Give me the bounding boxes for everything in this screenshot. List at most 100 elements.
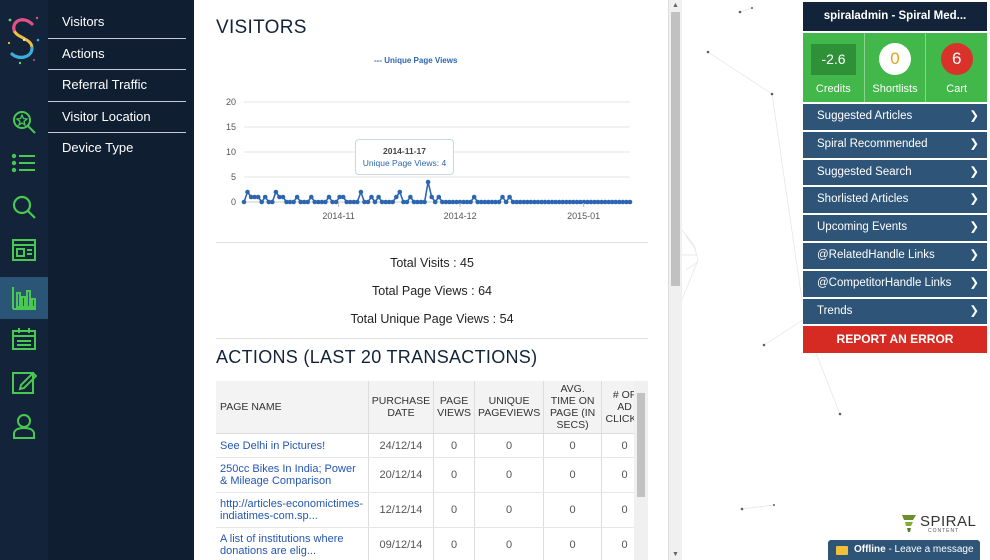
link-upcoming-events[interactable]: Upcoming Events ❯ bbox=[803, 215, 987, 241]
y-tick-label: 20 bbox=[226, 97, 236, 107]
chevron-right-icon: ❯ bbox=[969, 193, 979, 206]
submenu-item-device-type[interactable]: Device Type bbox=[48, 133, 186, 165]
analytics-chart-nav-icon[interactable] bbox=[0, 277, 48, 319]
row-views: 0 bbox=[433, 492, 475, 528]
row-page-link[interactable]: http://articles-economictimes-indiatimes… bbox=[216, 492, 369, 528]
discover-nav-icon[interactable] bbox=[0, 101, 48, 143]
actions-table: PAGE NAME PURCHASE DATE PAGE VIEWS UNIQU… bbox=[216, 381, 648, 560]
link-competitor-handle[interactable]: @CompetitorHandle Links ❯ bbox=[803, 270, 987, 297]
row-views: 0 bbox=[433, 457, 475, 493]
browser-window-nav-icon[interactable] bbox=[0, 229, 48, 271]
col-page-views[interactable]: PAGE VIEWS bbox=[433, 381, 475, 434]
row-unique: 0 bbox=[474, 492, 545, 528]
report-error-button[interactable]: REPORT AN ERROR bbox=[803, 326, 987, 354]
data-point bbox=[627, 199, 633, 205]
user-profile-nav-icon[interactable] bbox=[0, 405, 48, 447]
link-label: Trends bbox=[817, 304, 853, 317]
table-scrollbar-thumb[interactable] bbox=[637, 393, 645, 497]
row-date: 12/12/14 bbox=[368, 492, 435, 528]
chevron-right-icon: ❯ bbox=[969, 110, 979, 122]
cart-value: 6 bbox=[940, 43, 973, 75]
submenu-item-actions[interactable]: Actions bbox=[48, 39, 186, 70]
data-point bbox=[326, 194, 332, 200]
main-scrollbar[interactable]: ▲ ▼ bbox=[668, 0, 682, 560]
calendar-nav-icon[interactable] bbox=[0, 318, 48, 360]
offline-chat-bar[interactable]: Offline - Leave a message bbox=[828, 540, 980, 560]
row-page-link[interactable]: A list of institutions where donations a… bbox=[216, 527, 369, 560]
account-header[interactable]: spiraladmin - Spiral Med... bbox=[803, 2, 987, 31]
row-avg: 0 bbox=[543, 527, 602, 560]
link-suggested-search[interactable]: Suggested Search ❯ bbox=[803, 159, 987, 186]
link-suggested-articles[interactable]: Suggested Articles ❯ bbox=[803, 104, 987, 130]
col-page-name[interactable]: PAGE NAME bbox=[216, 381, 369, 434]
row-page-link[interactable]: 250cc Bikes In India; Power & Mileage Co… bbox=[216, 457, 369, 493]
series-line-unique-page-views bbox=[243, 181, 630, 204]
search-nav-icon[interactable] bbox=[0, 186, 48, 228]
data-point bbox=[255, 194, 261, 200]
chevron-right-icon: ❯ bbox=[969, 221, 979, 234]
data-point bbox=[259, 199, 264, 205]
main-scrollbar-thumb[interactable] bbox=[671, 12, 680, 286]
data-point bbox=[280, 194, 286, 200]
row-views: 0 bbox=[433, 527, 475, 560]
data-point bbox=[500, 194, 505, 200]
row-unique: 0 bbox=[474, 433, 545, 458]
link-related-handle[interactable]: @RelatedHandle Links ❯ bbox=[803, 242, 987, 269]
account-counters: -2.6 Credits 0 Shortlists 6 Cart bbox=[803, 33, 987, 102]
table-row: http://articles-economictimes-indiatimes… bbox=[216, 492, 648, 528]
table-row: See Delhi in Pictures! 24/12/14 0 0 0 0 bbox=[216, 433, 648, 458]
total-page-views: Total Page Views : 64 bbox=[372, 284, 492, 298]
actions-table-wrap: PAGE NAME PURCHASE DATE PAGE VIEWS UNIQU… bbox=[216, 381, 648, 560]
chevron-right-icon: ❯ bbox=[969, 137, 979, 150]
row-date: 09/12/14 bbox=[368, 527, 435, 560]
submenu-item-visitors[interactable]: Visitors bbox=[48, 7, 186, 39]
submenu-item-referral-traffic[interactable]: Referral Traffic bbox=[48, 70, 186, 102]
chevron-right-icon: ❯ bbox=[969, 248, 979, 261]
list-nav-icon[interactable] bbox=[0, 143, 48, 185]
spiral-logo-icon[interactable] bbox=[4, 10, 44, 70]
col-unique-pageviews[interactable]: UNIQUE PAGEVIEWS bbox=[474, 381, 545, 434]
cart-counter[interactable]: 6 Cart bbox=[925, 33, 987, 102]
spiral-brand-icon bbox=[902, 515, 916, 532]
submenu-item-visitor-location[interactable]: Visitor Location bbox=[48, 102, 186, 133]
total-visits: Total Visits : 45 bbox=[390, 256, 474, 270]
data-point bbox=[273, 189, 279, 195]
data-point bbox=[323, 199, 328, 205]
data-point bbox=[245, 189, 250, 195]
link-label: Upcoming Events bbox=[817, 221, 908, 234]
data-point bbox=[309, 194, 314, 200]
table-scrollbar[interactable] bbox=[634, 381, 648, 560]
y-tick-label: 10 bbox=[226, 147, 236, 157]
link-spiral-recommended[interactable]: Spiral Recommended ❯ bbox=[803, 131, 987, 158]
chevron-right-icon: ❯ bbox=[969, 304, 979, 317]
visitors-title: VISITORS bbox=[216, 17, 307, 38]
cart-label: Cart bbox=[946, 83, 968, 95]
link-label: Shorlisted Articles bbox=[817, 193, 909, 206]
data-point bbox=[365, 199, 371, 205]
scroll-down-icon[interactable]: ▼ bbox=[672, 551, 679, 558]
scroll-up-icon[interactable]: ▲ bbox=[672, 2, 679, 9]
y-tick-label: 15 bbox=[226, 122, 236, 132]
data-point bbox=[262, 194, 268, 200]
chart-legend: --- Unique Page Views bbox=[374, 56, 457, 65]
data-point bbox=[397, 189, 403, 195]
edit-nav-icon[interactable] bbox=[0, 361, 48, 403]
x-tick-label: 2014-12 bbox=[444, 211, 477, 221]
credits-counter[interactable]: -2.6 Credits bbox=[803, 33, 864, 102]
data-point bbox=[436, 194, 442, 200]
row-page-link[interactable]: See Delhi in Pictures! bbox=[216, 433, 369, 458]
data-point bbox=[270, 199, 275, 205]
row-avg: 0 bbox=[543, 433, 602, 458]
data-point bbox=[404, 199, 410, 205]
col-purchase-date[interactable]: PURCHASE DATE bbox=[368, 381, 435, 434]
tooltip-value: Unique Page Views: 4 bbox=[362, 158, 447, 168]
link-trends[interactable]: Trends ❯ bbox=[803, 298, 987, 325]
link-shortlisted-articles[interactable]: Shorlisted Articles ❯ bbox=[803, 187, 987, 214]
analytics-submenu: Visitors Actions Referral Traffic Visito… bbox=[48, 0, 194, 560]
data-point bbox=[376, 194, 381, 200]
chevron-right-icon: ❯ bbox=[969, 165, 979, 178]
shortlists-counter[interactable]: 0 Shortlists bbox=[863, 33, 926, 102]
col-avg-time[interactable]: AVG. TIME ON PAGE (IN SECS) bbox=[543, 381, 602, 434]
data-point bbox=[432, 199, 438, 205]
spiral-content-brand: SPIRAL CONTENT bbox=[900, 512, 980, 534]
